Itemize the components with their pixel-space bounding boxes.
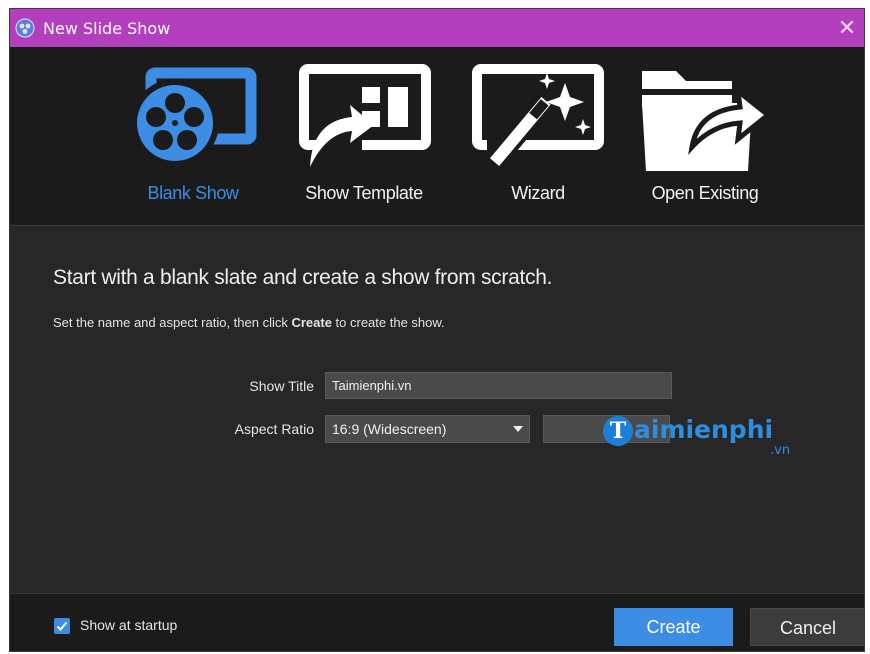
- checkmark-icon: [56, 621, 68, 631]
- panel-instructions: Set the name and aspect ratio, then clic…: [53, 315, 445, 330]
- tab-open-existing[interactable]: Open Existing: [626, 47, 784, 225]
- window-title: New Slide Show: [43, 18, 171, 38]
- chevron-down-icon: [513, 426, 523, 432]
- cancel-button[interactable]: Cancel: [750, 608, 864, 646]
- tab-label: Show Template: [305, 183, 423, 203]
- template-icon: [299, 64, 431, 167]
- tab-wizard[interactable]: Wizard: [457, 47, 619, 225]
- svg-text:T: T: [610, 418, 627, 444]
- instructions-text: Set the name and aspect ratio, then clic…: [53, 315, 292, 330]
- magic-wand-icon: [472, 64, 604, 170]
- instructions-text-end: to create the show.: [331, 315, 445, 330]
- aspect-ratio-select[interactable]: 16:9 (Widescreen): [325, 415, 530, 443]
- dialog-footer: Show at startup Create Cancel: [10, 593, 864, 651]
- close-icon: ✕: [837, 15, 857, 40]
- watermark-t-icon: T: [603, 416, 633, 446]
- mode-tab-bar: Blank Show Show Template Wizard Open Exi…: [10, 47, 864, 226]
- watermark-text: aimienphi: [634, 415, 774, 444]
- new-slide-show-dialog: New Slide Show ✕ Blank Show Show Templat…: [9, 8, 865, 652]
- watermark-suffix: .vn: [770, 443, 791, 458]
- create-button[interactable]: Create: [614, 608, 733, 646]
- app-icon: [15, 18, 35, 38]
- show-title-label: Show Title: [249, 378, 314, 394]
- tab-label: Open Existing: [651, 183, 759, 203]
- tab-blank-show[interactable]: Blank Show: [113, 47, 273, 225]
- aspect-ratio-value: 16:9 (Widescreen): [332, 421, 447, 437]
- instructions-create-keyword: Create: [291, 315, 332, 330]
- show-title-input[interactable]: [325, 372, 672, 399]
- tab-show-template[interactable]: Show Template: [282, 47, 446, 225]
- show-at-startup-checkbox[interactable]: [54, 618, 70, 634]
- title-bar: New Slide Show ✕: [10, 9, 864, 47]
- tab-label: Wizard: [511, 183, 565, 203]
- tab-label: Blank Show: [147, 183, 239, 203]
- film-reel-icon: [131, 67, 257, 167]
- panel-headline: Start with a blank slate and create a sh…: [53, 266, 553, 289]
- show-at-startup-label: Show at startup: [80, 617, 178, 633]
- aspect-ratio-label: Aspect Ratio: [234, 421, 314, 437]
- open-folder-icon: [642, 71, 773, 171]
- close-button[interactable]: ✕: [834, 15, 860, 41]
- blank-show-panel: Start with a blank slate and create a sh…: [10, 225, 864, 593]
